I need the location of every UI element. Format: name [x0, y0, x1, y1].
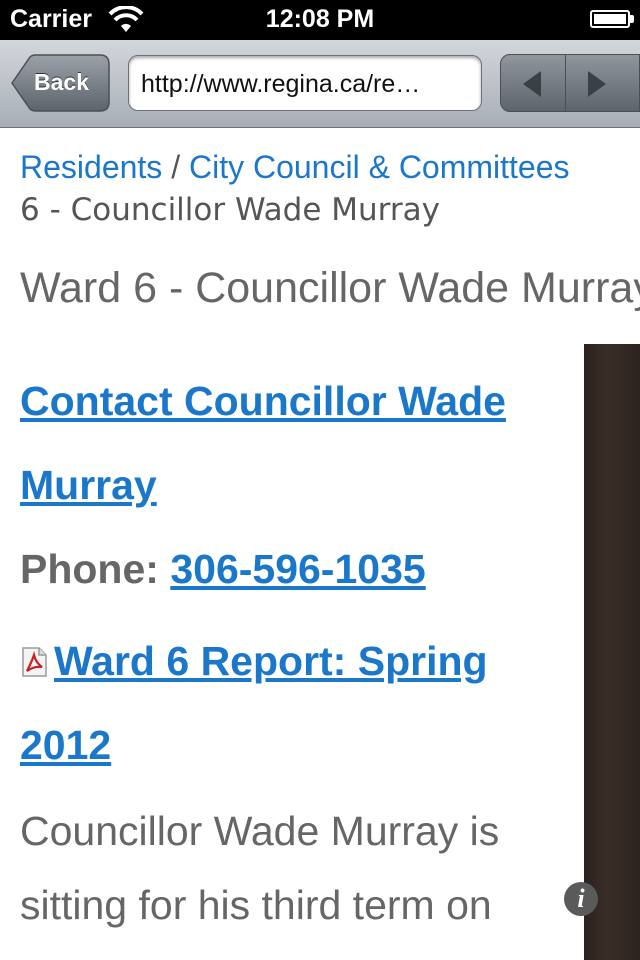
url-text: http://www.regina.ca/re… — [141, 70, 421, 98]
history-nav — [500, 54, 640, 112]
chevron-right-icon — [588, 71, 606, 97]
breadcrumb: Residents / City Council & Committees — [20, 146, 640, 188]
url-field[interactable]: http://www.regina.ca/re… — [128, 55, 482, 111]
contact-section: Contact Councillor Wade Murray — [20, 364, 560, 532]
councillor-photo — [584, 344, 640, 960]
clock: 12:08 PM — [265, 5, 375, 33]
phone-row: Phone: 306-596-1035 — [20, 534, 426, 604]
back-nav-button[interactable] — [501, 55, 566, 111]
page-content: Residents / City Council & Committees 6 … — [0, 128, 640, 960]
back-button-label: Back — [34, 69, 89, 95]
pdf-icon — [22, 647, 47, 677]
battery-tip — [630, 15, 634, 23]
phone-label: Phone: — [20, 546, 159, 592]
ward-report-link[interactable]: Ward 6 Report: Spring 2012 — [20, 638, 488, 768]
contact-councillor-link[interactable]: Contact Councillor Wade Murray — [20, 378, 506, 508]
battery-icon — [590, 10, 630, 28]
bio-text: Councillor Wade Murray is sitting for hi… — [20, 808, 500, 928]
phone-link[interactable]: 306-596-1035 — [170, 546, 425, 592]
breadcrumb-separator: / — [171, 149, 181, 185]
page-title: Ward 6 - Councillor Wade Murray — [20, 264, 640, 312]
browser-toolbar: Back http://www.regina.ca/re… — [0, 40, 640, 128]
back-button[interactable]: Back — [10, 54, 110, 112]
info-icon[interactable]: i — [564, 882, 598, 916]
status-bar: Carrier 12:08 PM — [0, 0, 640, 40]
breadcrumb-city-council[interactable]: City Council & Committees — [189, 149, 570, 185]
breadcrumb-current: 6 - Councillor Wade Murray — [20, 192, 440, 228]
report-section: Ward 6 Report: Spring 2012 — [20, 624, 560, 792]
chevron-left-icon — [523, 71, 541, 97]
breadcrumb-residents[interactable]: Residents — [20, 149, 162, 185]
forward-nav-button[interactable] — [566, 55, 630, 111]
